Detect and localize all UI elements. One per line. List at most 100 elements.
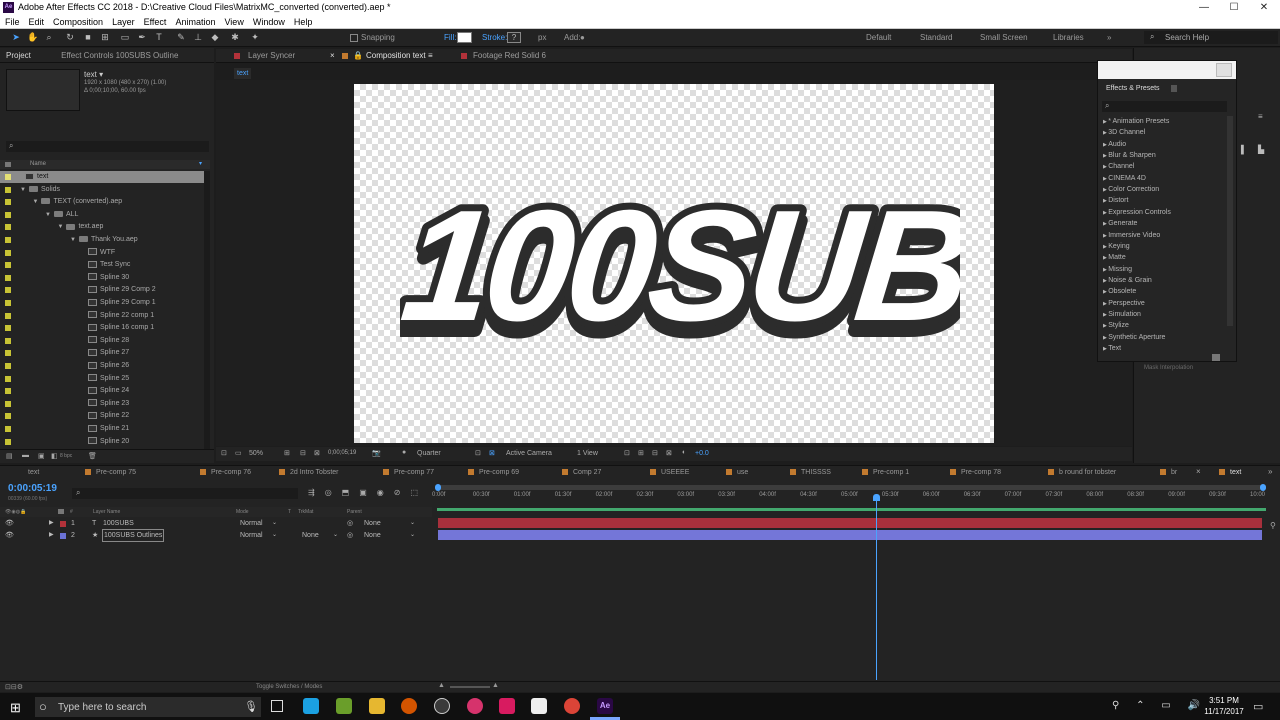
label-color-swatch[interactable]: [5, 211, 11, 218]
roto-brush-tool-icon[interactable]: ✱: [230, 32, 240, 43]
monitor-icon[interactable]: ▭: [235, 449, 242, 457]
hand-tool-icon[interactable]: ✋: [27, 32, 38, 43]
toggle-pixel-aspect-icon[interactable]: ⊡: [624, 449, 630, 457]
comp-tab[interactable]: USEEEE: [650, 467, 689, 479]
comp-tab[interactable]: text: [1219, 467, 1241, 479]
selection-tool-icon[interactable]: ➤: [11, 32, 21, 43]
toggle-panes-icons[interactable]: ⊡⊟⚙: [5, 683, 23, 691]
eye-icon[interactable]: 👁: [5, 530, 14, 541]
navigator-end-handle[interactable]: [1260, 484, 1266, 491]
workspace-standard[interactable]: Standard: [920, 33, 952, 42]
label-color-swatch[interactable]: [5, 199, 11, 206]
project-item[interactable]: ▼ Thank You.aep: [0, 234, 210, 246]
layer-name-column[interactable]: Layer Name: [93, 507, 120, 517]
search-help-field[interactable]: ⌕ Search Help: [1144, 31, 1278, 44]
camera-dropdown[interactable]: Active Camera: [506, 450, 552, 457]
effect-category-item[interactable]: ▶ Matte: [1103, 253, 1126, 263]
menu-file[interactable]: File: [0, 15, 24, 29]
effect-category-item[interactable]: ▶ Obsolete: [1103, 287, 1136, 297]
comp-text-100subs[interactable]: 100SUBS 100SUBS 100SUBS: [400, 170, 960, 360]
project-item[interactable]: text: [0, 171, 210, 183]
interpret-footage-icon[interactable]: ▤: [6, 452, 13, 460]
label-color-swatch[interactable]: [5, 274, 11, 281]
playhead-icon[interactable]: [873, 494, 880, 501]
system-tray-icons[interactable]: ⚲ ⌃ ▭ 🔊: [1112, 700, 1207, 711]
exposure-value[interactable]: +0.0: [695, 450, 709, 457]
taskbar-date[interactable]: 11/17/2017: [1198, 707, 1250, 716]
label-color-swatch[interactable]: [5, 249, 11, 256]
project-item[interactable]: Spline 29 Comp 2: [0, 284, 210, 296]
label-color-swatch[interactable]: [5, 438, 11, 445]
menu-layer[interactable]: Layer: [107, 15, 139, 29]
puppet-tool-icon[interactable]: ✦: [250, 32, 260, 43]
lock-icon[interactable]: 🔒: [353, 49, 363, 63]
timeline-layer-row[interactable]: 👁 ▶ 2 ★ 100SUBS Outlines Normal ⌄ None ⌄ ◎ None ⌄: [0, 528, 432, 542]
skype-icon[interactable]: [303, 698, 319, 714]
effect-category-item[interactable]: ▶ Channel: [1103, 162, 1134, 172]
close-tab-icon[interactable]: ×: [330, 49, 335, 63]
view-layout-dropdown[interactable]: 1 View: [577, 450, 598, 457]
mask-visibility-icon[interactable]: ⊟: [300, 449, 306, 457]
snapping-checkbox[interactable]: [350, 34, 358, 42]
label-color-swatch[interactable]: [5, 400, 11, 407]
maximize-button[interactable]: ☐: [1219, 0, 1249, 15]
comp-tab[interactable]: use: [726, 467, 748, 479]
exposure-icon[interactable]: ◐: [682, 449, 686, 456]
workspace-default[interactable]: Default: [866, 33, 891, 42]
timeline-search-input[interactable]: ⌕: [72, 488, 298, 499]
clone-stamp-tool-icon[interactable]: ⊥: [193, 32, 203, 43]
layer-mode-dropdown[interactable]: Normal: [240, 518, 263, 529]
app-icon[interactable]: [467, 698, 483, 714]
project-item[interactable]: Spline 24: [0, 385, 210, 397]
eye-icon[interactable]: 👁: [5, 518, 14, 529]
workspace-libraries[interactable]: Libraries: [1053, 33, 1084, 42]
effect-category-item[interactable]: ▶ Keying: [1103, 242, 1130, 252]
comp-tab[interactable]: br: [1160, 467, 1177, 479]
project-item[interactable]: Spline 25: [0, 373, 210, 385]
camera-tool-icon[interactable]: ■: [83, 32, 93, 43]
menu-edit[interactable]: Edit: [24, 15, 49, 29]
time-navigator[interactable]: [435, 484, 1266, 491]
project-item[interactable]: ▼ ALL: [0, 209, 210, 221]
project-item[interactable]: Spline 27: [0, 347, 210, 359]
effects-search-input[interactable]: ⌕: [1102, 101, 1227, 112]
zoom-in-icon[interactable]: ▲: [492, 682, 499, 689]
panel-menu-icon[interactable]: [1171, 85, 1177, 92]
label-color-swatch[interactable]: [5, 174, 11, 180]
stroke-swatch[interactable]: ?: [507, 32, 521, 43]
label-color-swatch[interactable]: [5, 287, 11, 294]
label-color-swatch[interactable]: [5, 186, 11, 193]
expand-chevron-icon[interactable]: ▼: [33, 196, 39, 208]
comp-tab[interactable]: Comp 27: [562, 467, 601, 479]
navigator-start-handle[interactable]: [435, 484, 441, 491]
project-item[interactable]: Spline 29 Comp 1: [0, 297, 210, 309]
align-bottom-icon[interactable]: ▙: [1258, 145, 1264, 154]
project-item[interactable]: Spline 23: [0, 398, 210, 410]
add-button[interactable]: ●: [580, 33, 585, 42]
project-item[interactable]: Spline 22: [0, 410, 210, 422]
taskbar-search-box[interactable]: ○ Type here to search 🎙: [35, 697, 261, 717]
effect-category-item[interactable]: ▶ Color Correction: [1103, 185, 1159, 195]
timeline-switch-icons[interactable]: ⇶◎⬒▣◉⊘⬚: [308, 488, 428, 497]
label-color-swatch[interactable]: [5, 300, 11, 306]
comp-tab[interactable]: Pre-comp 75: [85, 467, 136, 479]
expand-chevron-icon[interactable]: ▼: [45, 209, 51, 221]
effect-category-item[interactable]: ▶ 3D Channel: [1103, 128, 1145, 138]
project-item[interactable]: Spline 20: [0, 436, 210, 448]
zoom-out-icon[interactable]: ▲: [438, 682, 445, 689]
layer-mode-dropdown[interactable]: Normal: [240, 530, 263, 541]
close-panel-button[interactable]: [1216, 63, 1232, 77]
label-color-swatch[interactable]: [5, 325, 11, 332]
bpc-label[interactable]: 8 bpc: [60, 453, 72, 459]
rotate-tool-icon[interactable]: ↻: [65, 32, 75, 43]
comp-tab[interactable]: Pre-comp 76: [200, 467, 251, 479]
snapshot-icon[interactable]: 📷: [372, 449, 381, 457]
brush-tool-icon[interactable]: ✎: [176, 32, 186, 43]
menu-window[interactable]: Window: [248, 15, 289, 29]
trash-icon[interactable]: 🗑: [88, 452, 97, 460]
dropdown-chevron-icon[interactable]: ⌄: [333, 530, 338, 541]
label-color-swatch[interactable]: [5, 262, 11, 269]
minecraft-icon[interactable]: [336, 698, 352, 714]
resolution-dropdown[interactable]: Quarter: [417, 450, 441, 457]
menu-animation[interactable]: Animation: [170, 15, 219, 29]
